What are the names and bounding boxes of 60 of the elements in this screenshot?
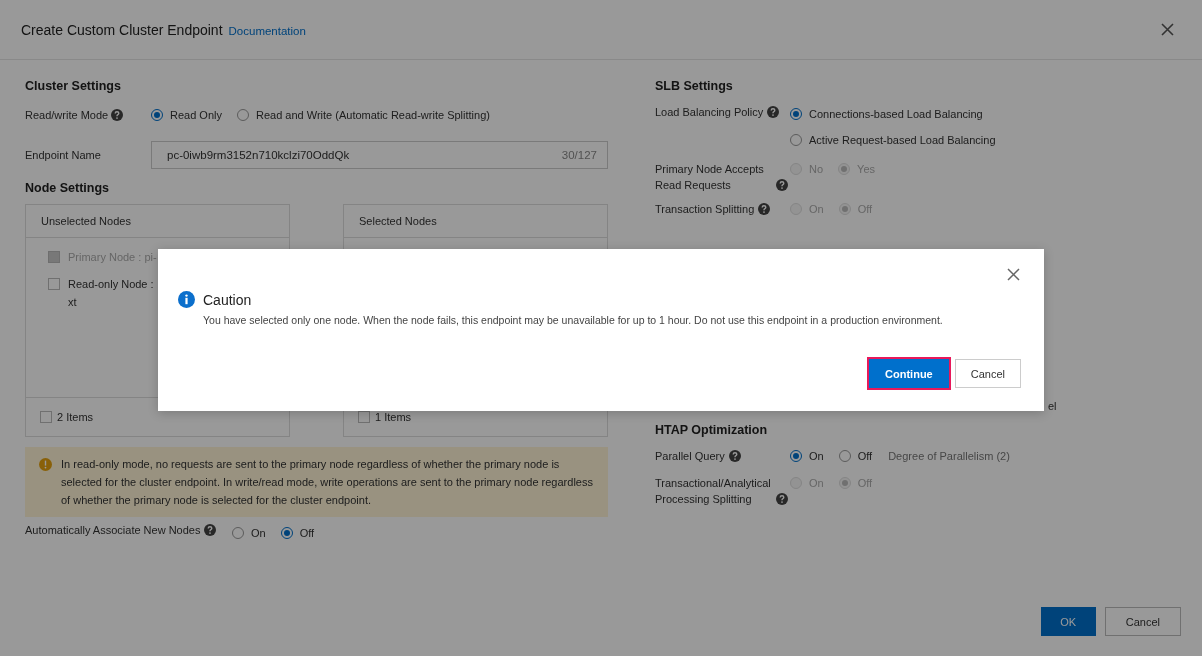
field-label: Parallel Query xyxy=(655,449,725,464)
radio-button[interactable] xyxy=(790,450,802,462)
cancel-button[interactable]: Cancel xyxy=(954,359,1021,388)
documentation-link[interactable]: Documentation xyxy=(228,25,306,37)
radio-button[interactable] xyxy=(790,108,802,120)
ok-button[interactable]: OK xyxy=(1040,607,1096,636)
checkbox[interactable] xyxy=(48,278,60,290)
dialog-message: You have selected only one node. When the node fails, this endpoint may be unavailable for up to 1 hour. Do not use this endpoint in a production environment. xyxy=(203,314,944,326)
section-heading: Node Settings xyxy=(25,180,111,197)
field-label: Transactional/Analytical Processing Splitting xyxy=(655,476,772,507)
option-label: On xyxy=(809,450,824,462)
node-item[interactable]: xt xyxy=(68,293,154,311)
field-label: Endpoint Name xyxy=(25,149,101,161)
section-heading: Cluster Settings xyxy=(25,78,122,95)
option-label: Off xyxy=(857,450,873,462)
option-label: Off xyxy=(299,527,315,539)
help-icon[interactable] xyxy=(728,450,741,462)
radio-button[interactable] xyxy=(790,134,802,146)
panel-title: Selected Nodes xyxy=(359,215,437,227)
option-label: Connections-based Load Balancing xyxy=(809,108,983,120)
option-label: Active Request-based Load Balancing xyxy=(809,134,996,146)
field-label: el xyxy=(1048,400,1057,412)
option-label: Read and Write (Automatic Read-write Splitting) xyxy=(256,109,490,121)
item-count: 1 Items xyxy=(375,411,412,423)
node-item[interactable]: Read-only Node : xyxy=(68,275,154,293)
endpoint-name-field[interactable]: pc-0iwb9rm3152n710kclzi70OddQk 30/127 xyxy=(151,141,608,169)
hint-text: Degree of Parallelism (2) xyxy=(888,449,1010,464)
checkbox[interactable] xyxy=(358,411,370,423)
panel-title: Unselected Nodes xyxy=(41,215,131,227)
item-count: 2 Items xyxy=(57,411,94,423)
field-label: Transaction Splitting xyxy=(655,202,755,217)
radio-button[interactable] xyxy=(237,109,249,121)
help-icon[interactable] xyxy=(776,179,788,191)
info-icon xyxy=(178,291,195,308)
radio-button[interactable] xyxy=(838,450,851,462)
help-icon[interactable] xyxy=(111,109,124,121)
radio-button[interactable] xyxy=(280,527,293,539)
field-label: Automatically Associate New Nodes xyxy=(25,524,201,536)
continue-button[interactable]: Continue xyxy=(869,359,949,388)
dialog-title: Create Custom Cluster Endpoint xyxy=(21,21,223,38)
help-icon[interactable] xyxy=(203,524,216,536)
field-label: Read/write Mode xyxy=(25,109,109,121)
help-icon[interactable] xyxy=(758,203,771,215)
help-icon[interactable] xyxy=(767,106,780,118)
radio-button[interactable] xyxy=(232,527,244,539)
radio-button[interactable] xyxy=(151,109,163,121)
section-heading: SLB Settings xyxy=(655,78,734,95)
dialog-title: Caution xyxy=(203,291,252,308)
help-icon[interactable] xyxy=(776,493,788,505)
section-heading: HTAP Optimization xyxy=(655,422,769,439)
option-label: On xyxy=(251,527,266,539)
alert-text: In read-only mode, no requests are sent to the primary node regardless of whether the primary node is selected for the cluster endpoint. In write/read mode, write operations are sent to the primary node regardless of whether the primary node is selected for the cluster endpoint. xyxy=(61,457,594,508)
field-label: Primary Node Accepts Read Requests xyxy=(655,162,765,193)
cancel-button[interactable]: Cancel xyxy=(1104,607,1181,636)
field-label: Load Balancing Policy xyxy=(655,105,764,120)
option-label: Read Only xyxy=(170,109,222,121)
warning-icon xyxy=(39,458,52,471)
close-icon[interactable] xyxy=(1161,23,1174,36)
checkbox[interactable] xyxy=(40,411,52,423)
close-icon[interactable] xyxy=(1007,268,1020,281)
